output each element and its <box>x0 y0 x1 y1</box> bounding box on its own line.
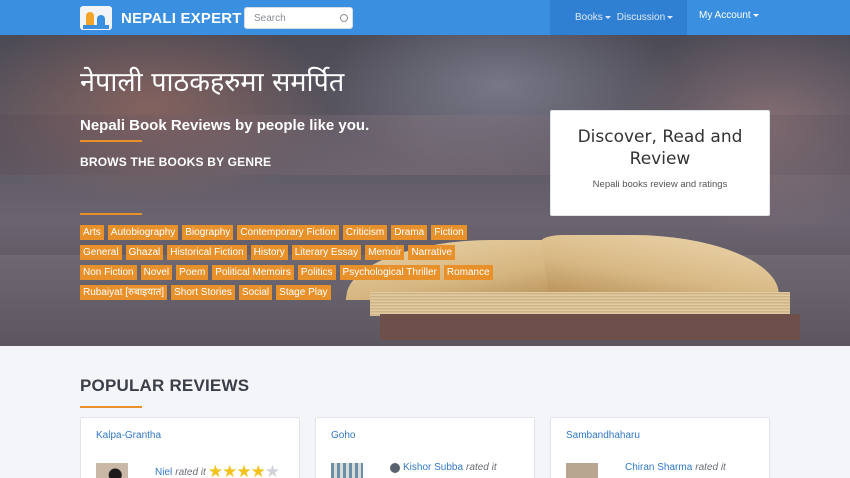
title-divider <box>80 140 142 142</box>
genre-tag[interactable]: Novel <box>140 265 173 280</box>
chevron-down-icon <box>752 14 759 17</box>
star-icon: ★ <box>264 462 280 478</box>
genre-tag[interactable]: Ghazal <box>125 245 164 260</box>
search-input[interactable] <box>245 8 333 29</box>
genre-tag-row: Non Fiction Novel Poem Political Memoirs… <box>80 265 520 280</box>
genre-tag[interactable]: Non Fiction <box>80 265 137 280</box>
star-icon: ★ <box>236 462 251 478</box>
genre-tag[interactable]: Social <box>238 285 273 300</box>
reviewer-name[interactable]: Kishor Subba <box>403 462 463 473</box>
review-card: Goho Kishor Subba rated it <box>315 417 535 478</box>
genre-tag[interactable]: Criticism <box>342 225 388 240</box>
hero-subtitle: Nepali Book Reviews by people like you. <box>80 117 370 134</box>
user-avatar-icon <box>390 462 400 473</box>
brand-name: NEPALI EXPERT <box>121 9 242 27</box>
chevron-down-icon <box>604 16 611 19</box>
hero-title: नेपाली पाठकहरुमा समर्पित <box>80 67 345 98</box>
genre-tag[interactable]: General <box>80 245 122 260</box>
search-icon[interactable] <box>340 14 348 22</box>
review-book-title[interactable]: Kalpa-Grantha <box>96 430 161 441</box>
chevron-down-icon <box>667 16 674 19</box>
review-book-title[interactable]: Goho <box>331 430 355 441</box>
star-icon: ★ <box>207 462 223 478</box>
genre-tag[interactable]: Political Memoirs <box>212 265 294 280</box>
genre-tag[interactable]: Short Stories <box>171 285 235 300</box>
genre-tag[interactable]: Stage Play <box>276 285 331 300</box>
top-navbar: NEPALI EXPERT Books Discussion My Accoun… <box>0 0 850 35</box>
star-icon: ★ <box>222 462 237 478</box>
nav-books-dropdown[interactable]: Books <box>575 12 611 23</box>
review-rater: Kishor Subba rated it <box>390 462 497 473</box>
my-account-label: My Account <box>699 10 751 21</box>
book-cover-thumbnail[interactable] <box>331 463 363 478</box>
genre-tag[interactable]: Narrative <box>408 245 456 260</box>
review-card: Kalpa-Grantha Niel rated it ★★★★★ <box>80 417 300 478</box>
logo-icon <box>80 6 112 30</box>
genre-tag[interactable]: Contemporary Fiction <box>237 225 339 240</box>
genre-tag[interactable]: Politics <box>297 265 336 280</box>
discover-card: Discover, Read and Review Nepali books r… <box>550 110 770 216</box>
my-account-dropdown[interactable]: My Account <box>699 10 759 21</box>
nav-discussion-label: Discussion <box>616 12 666 23</box>
genre-tag[interactable]: Memoir <box>365 245 405 260</box>
genre-tag[interactable]: Arts <box>80 225 104 240</box>
popular-divider <box>80 406 142 408</box>
genre-tag[interactable]: Psychological Thriller <box>339 265 440 280</box>
genre-tag[interactable]: Biography <box>182 225 234 240</box>
reviewer-name[interactable]: Niel <box>155 467 172 478</box>
nav-menu: Books Discussion <box>550 0 687 35</box>
genre-tag[interactable]: Rubaiyat [रुबाइयात] <box>80 285 168 300</box>
genre-tag[interactable]: Fiction <box>431 225 467 240</box>
discover-title: Discover, Read and Review <box>577 127 743 169</box>
search-box <box>244 7 353 29</box>
genre-tag[interactable]: Autobiography <box>107 225 179 240</box>
brand[interactable]: NEPALI EXPERT <box>80 5 242 31</box>
genre-tag-row: Arts Autobiography Biography Contemporar… <box>80 225 520 240</box>
genre-divider <box>80 213 142 215</box>
review-rater: Chiran Sharma rated it <box>625 462 726 473</box>
star-icon: ★ <box>250 462 266 478</box>
review-book-title[interactable]: Sambandhaharu <box>566 430 640 441</box>
genre-tag-row: General Ghazal Historical Fiction Histor… <box>80 245 520 260</box>
rated-it-text: rated it <box>695 462 726 473</box>
genre-tag[interactable]: Romance <box>443 265 493 280</box>
reviewer-name[interactable]: Chiran Sharma <box>625 462 692 473</box>
discover-text: Nepali books review and ratings <box>592 179 728 190</box>
star-rating: ★★★★★ <box>207 462 280 478</box>
popular-reviews-heading: POPULAR REVIEWS <box>80 376 250 395</box>
nav-books-label: Books <box>575 12 603 23</box>
book-cover-thumbnail[interactable] <box>566 463 598 478</box>
genre-tag[interactable]: Drama <box>391 225 428 240</box>
genre-tag[interactable]: Historical Fiction <box>167 245 247 260</box>
genre-heading: BROWS THE BOOKS BY GENRE <box>80 155 272 169</box>
review-card: Sambandhaharu Chiran Sharma rated it <box>550 417 770 478</box>
rated-it-text: rated it <box>175 466 206 478</box>
genre-tag[interactable]: Poem <box>176 265 209 280</box>
genre-tag[interactable]: Literary Essay <box>291 245 362 260</box>
genre-tag[interactable]: History <box>250 245 288 260</box>
genre-tag-row: Rubaiyat [रुबाइयात] Short Stories Social… <box>80 285 520 300</box>
review-rater: Niel rated it ★★★★★ <box>155 462 280 478</box>
nav-discussion-dropdown[interactable]: Discussion <box>616 12 674 23</box>
rated-it-text: rated it <box>466 462 497 473</box>
book-cover-thumbnail[interactable] <box>96 463 128 478</box>
